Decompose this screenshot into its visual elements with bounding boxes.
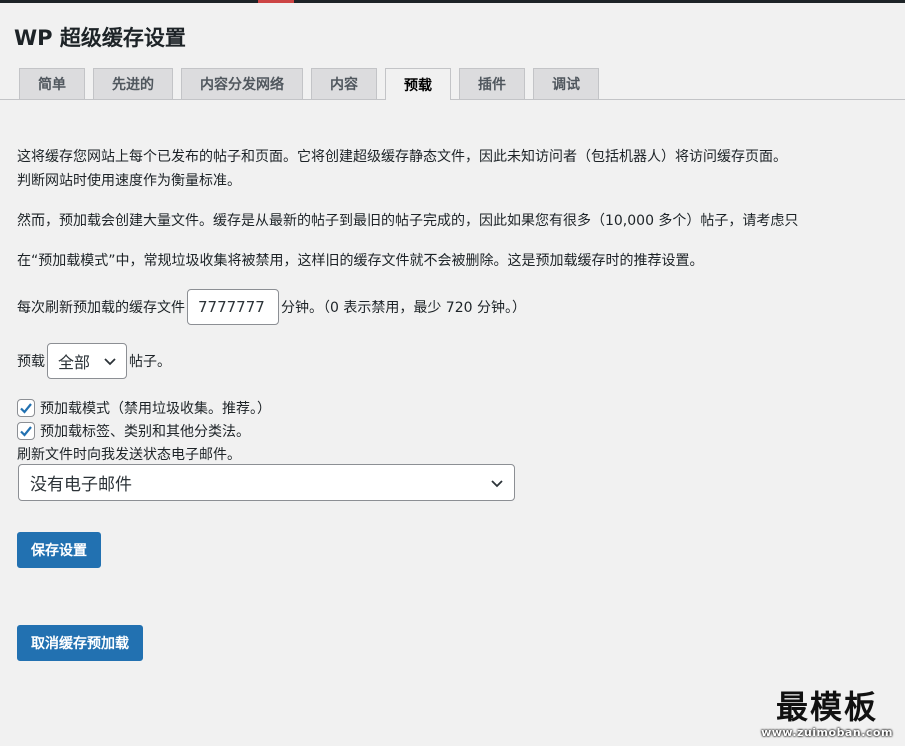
tab-easy[interactable]: 简单: [19, 68, 85, 99]
save-settings-button[interactable]: 保存设置: [17, 532, 101, 568]
preload-count-label: 预载: [17, 354, 45, 370]
preload-count-value: 全部: [58, 353, 91, 372]
tab-contents[interactable]: 内容: [311, 68, 377, 99]
preload-count-row: 预载 全部 帖子。: [17, 343, 171, 379]
checkmark-icon: [20, 426, 32, 437]
top-bar-accent: [258, 0, 294, 3]
refresh-interval-row: 每次刷新预加载的缓存文件 分钟。（0 表示禁用，最少 720 分钟。）: [17, 289, 526, 325]
preload-count-suffix: 帖子。: [129, 354, 171, 370]
tab-advanced[interactable]: 先进的: [93, 68, 173, 99]
intro-text-line-4: 在“预加载模式”中，常规垃圾收集将被禁用，这样旧的缓存文件就不会被删除。这是预加…: [17, 253, 704, 269]
watermark-url: www.zuimoban.com: [761, 726, 893, 739]
intro-text-line-3: 然而，预加载会创建大量文件。缓存是从最新的帖子到最旧的帖子完成的，因此如果您有很…: [17, 213, 799, 229]
tab-plugins[interactable]: 插件: [459, 68, 525, 99]
cancel-preload-button[interactable]: 取消缓存预加载: [17, 625, 143, 661]
email-select[interactable]: 没有电子邮件: [18, 464, 515, 501]
email-select-value: 没有电子邮件: [30, 475, 132, 495]
refresh-minutes-input[interactable]: [187, 289, 279, 325]
email-label-row: 刷新文件时向我发送状态电子邮件。: [17, 444, 241, 464]
preload-mode-label: 预加载模式（禁用垃圾收集。推荐。）: [40, 401, 271, 417]
email-status-label: 刷新文件时向我发送状态电子邮件。: [17, 447, 241, 463]
admin-top-bar: [0, 0, 905, 3]
preload-taxonomies-option: 预加载标签、类别和其他分类法。: [17, 421, 250, 441]
refresh-label: 每次刷新预加载的缓存文件: [17, 300, 185, 316]
preload-mode-checkbox[interactable]: [17, 399, 35, 417]
tab-preload[interactable]: 预载: [385, 68, 451, 100]
preload-taxonomies-label: 预加载标签、类别和其他分类法。: [40, 424, 250, 440]
intro-text-line-1: 这将缓存您网站上每个已发布的帖子和页面。它将创建超级缓存静态文件，因此未知访问者…: [17, 149, 787, 165]
watermark-logo: 最模板 www.zuimoban.com: [752, 688, 902, 739]
preload-mode-option: 预加载模式（禁用垃圾收集。推荐。）: [17, 398, 271, 418]
checkmark-icon: [20, 403, 32, 414]
preload-count-select[interactable]: 全部: [47, 343, 127, 379]
chevron-down-icon: [104, 358, 116, 366]
chevron-down-icon: [491, 479, 503, 487]
tab-debug[interactable]: 调试: [533, 68, 599, 99]
page-title: WP 超级缓存设置: [14, 26, 186, 50]
tab-cdn[interactable]: 内容分发网络: [181, 68, 303, 99]
watermark-main-text: 最模板: [775, 688, 878, 726]
tab-divider: [0, 99, 905, 100]
refresh-hint: 分钟。（0 表示禁用，最少 720 分钟。）: [281, 300, 526, 316]
settings-tabs: 简单 先进的 内容分发网络 内容 预载 插件 调试: [19, 68, 599, 100]
preload-taxonomies-checkbox[interactable]: [17, 422, 35, 440]
intro-text-line-2: 判断网站时使用速度作为衡量标准。: [17, 173, 241, 189]
